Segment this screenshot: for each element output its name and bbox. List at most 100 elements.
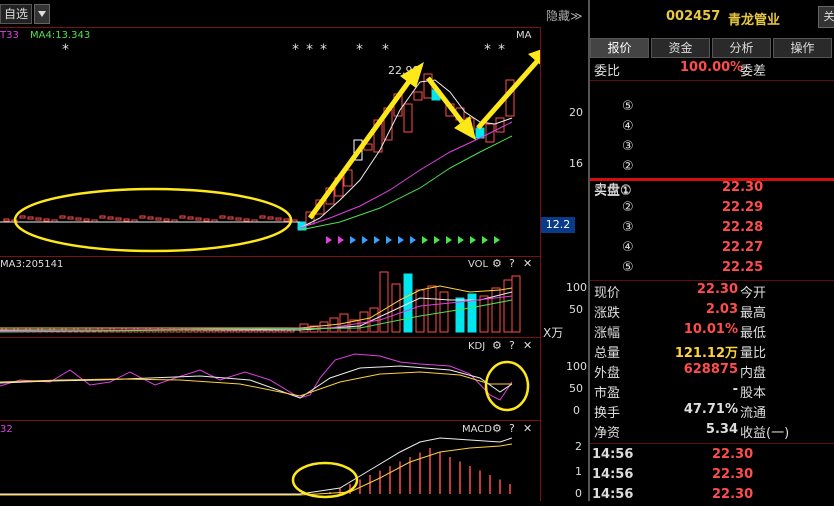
tab-quote[interactable]: 报价 (590, 38, 649, 58)
stat-label: 现价 (594, 286, 621, 301)
signal-stars: * * * * * * * * (62, 42, 505, 58)
tick-price: 22.30 (712, 447, 754, 462)
trend-arrows (307, 49, 540, 220)
weibi-label: 委比 (594, 64, 621, 79)
candle (413, 91, 423, 101)
signal-flag (338, 236, 344, 244)
kdj-k-line (0, 365, 513, 399)
y-tick: 20 (569, 106, 583, 119)
sell-row: ② (590, 159, 834, 178)
hide-button[interactable]: 隐藏≫ (546, 7, 583, 24)
chart-area[interactable]: 自选 隐藏≫ T33 MA4:13.343 MA 22.98 20 16 12.… (0, 0, 588, 501)
candle (3, 218, 10, 222)
ma-line-white (299, 79, 513, 229)
y-tick: 16 (569, 157, 583, 170)
candle (107, 216, 114, 220)
quote-panel: 002457 青龙管业 关 报价 资金 分析 操作 委比 100.00% 委差 … (590, 0, 834, 502)
stat-row: 涨幅 10.01% 最低 (590, 322, 834, 341)
candle (147, 216, 154, 220)
candle (123, 218, 130, 222)
stat-label: 涨幅 (594, 326, 621, 341)
vol-ma-yellow (0, 285, 513, 329)
candle (43, 218, 50, 222)
signal-flag (482, 236, 488, 244)
divider (590, 80, 834, 81)
divider (590, 280, 834, 281)
y-tick: 50 (569, 303, 583, 316)
stat-label-2: 量比 (740, 346, 767, 361)
signal-star: * (382, 42, 389, 58)
divider (590, 443, 834, 444)
candle (19, 215, 26, 219)
sell-row-label: ④ (622, 119, 634, 134)
volume-bars (1, 271, 521, 333)
stat-label-2: 股本 (740, 386, 767, 401)
stat-label-2: 流通 (740, 406, 767, 421)
signal-star: * (356, 42, 363, 58)
buy-row-label: ⑤ (622, 260, 634, 275)
stat-label: 换手 (594, 406, 621, 421)
candle (115, 217, 122, 221)
stat-label: 总量 (594, 346, 621, 361)
y-tick: 50 (569, 382, 583, 395)
stat-value: 628875 (683, 362, 738, 377)
quote-header: 002457 青龙管业 关 (590, 0, 834, 34)
stat-label-2: 最低 (740, 326, 767, 341)
stat-label-2: 今开 (740, 286, 767, 301)
tick-time: 14:56 (592, 467, 634, 482)
tick-price: 22.30 (712, 467, 754, 482)
signal-flags (326, 236, 500, 244)
buy-row-label: ② (622, 200, 634, 215)
sell-row-label: ③ (622, 139, 634, 154)
candle (99, 215, 106, 219)
candle (403, 103, 413, 133)
buy-row: ② 22.29 (590, 200, 834, 219)
highlight-ellipse (291, 461, 359, 499)
tick-price: 22.30 (712, 487, 754, 502)
signal-flag (422, 236, 428, 244)
close-panel-button[interactable]: 关 (818, 6, 834, 28)
sell-row-label: ⑤ (622, 99, 634, 114)
stock-code: 002457 (666, 9, 721, 24)
candle (67, 216, 74, 220)
tab-operate[interactable]: 操作 (773, 38, 832, 58)
candle (259, 215, 266, 219)
buy-row-label: ④ (622, 240, 634, 255)
buy-row-label: 买盘① (594, 184, 632, 199)
signal-flag (470, 236, 476, 244)
signal-flag (362, 236, 368, 244)
candle (275, 217, 282, 221)
stat-row: 外盘 628875 内盘 (590, 362, 834, 381)
tab-analysis[interactable]: 分析 (712, 38, 771, 58)
volume-bar (491, 287, 501, 333)
volume-bar (511, 275, 521, 333)
candle (179, 215, 186, 219)
sell-row: ⑤ (590, 99, 834, 118)
candle (75, 217, 82, 221)
tick-row: 14:56 22.30 (590, 447, 834, 466)
signal-flag (410, 236, 416, 244)
stat-value: 47.71% (683, 402, 738, 417)
signal-flag (326, 236, 332, 244)
stat-label: 涨跌 (594, 306, 621, 321)
signal-flag (386, 236, 392, 244)
stat-label: 净资 (594, 426, 621, 441)
stat-label-2: 内盘 (740, 366, 767, 381)
stat-row: 现价 22.30 今开 (590, 282, 834, 301)
tick-time: 14:56 (592, 487, 634, 502)
macd-dea-line (0, 443, 513, 496)
buy-row: ④ 22.27 (590, 240, 834, 259)
candlesticks (3, 73, 515, 231)
macd-dif-line (0, 437, 513, 495)
y-tick: 0 (575, 487, 582, 500)
candle (163, 218, 170, 222)
tab-funds[interactable]: 资金 (651, 38, 710, 58)
y-tick: 2 (575, 440, 582, 453)
candle (35, 217, 42, 221)
candle (203, 218, 210, 222)
signal-flag (446, 236, 452, 244)
signal-star: * (484, 42, 491, 58)
candle (83, 218, 90, 222)
tick-time: 14:56 (592, 447, 634, 462)
y-tick: 1 (575, 465, 582, 478)
